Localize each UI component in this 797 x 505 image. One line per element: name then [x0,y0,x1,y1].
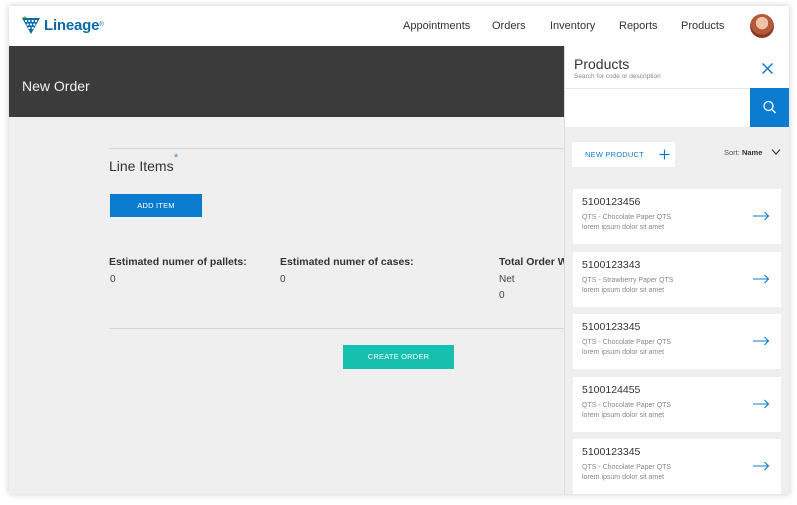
nav-appointments[interactable]: Appointments [403,20,470,32]
product-card[interactable]: 5100123343 QTS - Strawberry Paper QTS lo… [573,252,781,307]
brand-name: Lineage [44,16,100,34]
arrow-right-icon[interactable] [753,336,770,346]
product-name: QTS - Strawberry Paper QTS [582,277,674,284]
required-mark: * [174,152,179,164]
products-panel: Products Search for code or description … [564,46,789,494]
page-title: New Order [22,78,90,94]
nav-inventory[interactable]: Inventory [550,20,595,32]
product-description: lorem ipsum dolor sit amet [582,412,665,419]
panel-title: Products [574,56,630,72]
product-search-input[interactable] [565,88,750,127]
arrow-right-icon[interactable] [753,399,770,409]
arrow-right-icon[interactable] [753,274,770,284]
cases-value: 0 [280,274,286,285]
brand-logo[interactable]: Lineage ® [21,15,104,35]
divider [109,148,564,149]
chevron-down-icon[interactable] [771,148,781,156]
nav-products[interactable]: Products [681,20,724,32]
product-code: 5100124455 [582,384,641,396]
pallets-label: Estimated numer of pallets: [109,256,247,268]
product-code: 5100123343 [582,259,641,271]
sort-value: Name [741,148,763,157]
registered-mark: ® [99,22,104,28]
add-item-button[interactable]: ADD ITEM [110,194,202,217]
pallets-value: 0 [110,274,116,285]
panel-subtitle: Search for code or description [574,73,661,80]
product-description: lorem ipsum dolor sit amet [582,474,665,481]
product-name: QTS - Chocolate Paper QTS [582,402,672,409]
divider [109,328,564,329]
product-name: QTS - Chocolate Paper QTS [582,339,672,346]
new-product-label: NEW PRODUCT [585,150,644,159]
product-card[interactable]: 5100124455 QTS - Chocolate Paper QTS lor… [573,377,781,432]
avatar[interactable] [750,14,774,38]
search-icon [763,100,776,114]
nav-reports[interactable]: Reports [619,20,658,32]
total-weight-label: Total Order W [499,256,568,268]
product-description: lorem ipsum dolor sit amet [582,349,665,356]
lineage-logo-icon [22,16,40,34]
create-order-button[interactable]: CREATE ORDER [343,345,454,369]
product-card[interactable]: 5100123345 QTS - Chocolate Paper QTS lor… [573,314,781,369]
product-name: QTS - Chocolate Paper QTS [582,464,672,471]
search-button[interactable] [750,88,789,127]
total-weight-sub: Net [499,274,515,285]
sort-control[interactable]: Sort: Name [724,148,762,157]
cases-label: Estimated numer of cases: [280,256,414,268]
line-items-title: Line Items [109,158,174,174]
nav-orders[interactable]: Orders [492,20,526,32]
plus-icon [659,149,670,160]
product-card[interactable]: 5100123345 QTS - Chocolate Paper QTS lor… [573,439,781,494]
product-description: lorem ipsum dolor sit amet [582,224,665,231]
product-description: lorem ipsum dolor sit amet [582,287,665,294]
product-code: 5100123345 [582,446,641,458]
close-icon[interactable] [761,62,774,75]
top-nav: Lineage ® Appointments Orders Inventory … [9,6,789,46]
new-product-button[interactable]: NEW PRODUCT [572,142,675,167]
arrow-right-icon[interactable] [753,461,770,471]
sort-label: Sort: [724,148,740,157]
app-window: Lineage ® Appointments Orders Inventory … [9,6,789,494]
product-name: QTS - Chocolate Paper QTS [582,214,672,221]
product-code: 5100123456 [582,196,641,208]
panel-header: Products Search for code or description [565,46,789,88]
total-weight-value: 0 [499,290,505,301]
product-card[interactable]: 5100123456 QTS - Chocolate Paper QTS lor… [573,189,781,244]
product-code: 5100123345 [582,321,641,333]
order-form: Line Items * ADD ITEM Estimated numer of… [9,117,568,494]
arrow-right-icon[interactable] [753,211,770,221]
